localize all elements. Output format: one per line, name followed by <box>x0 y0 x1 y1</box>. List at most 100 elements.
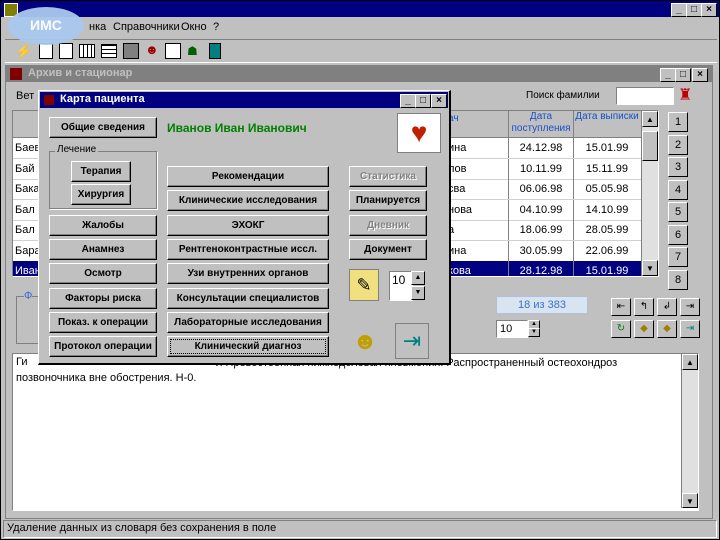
complaints-button[interactable]: Жалобы <box>49 215 157 236</box>
number-button-4[interactable]: 4 <box>668 179 688 200</box>
ims-badge[interactable]: ИМС <box>8 7 84 45</box>
archive-maximize-button[interactable]: □ <box>675 68 691 82</box>
menu-item-window[interactable]: Окно <box>181 21 207 33</box>
therapy-button[interactable]: Терапия <box>71 161 131 182</box>
patient-card-icon <box>44 95 54 105</box>
page-size-down-button[interactable]: ▼ <box>528 328 540 337</box>
anamnesis-button[interactable]: Анамнез <box>49 239 157 260</box>
building-icon[interactable] <box>123 43 139 59</box>
surgery-protocol-button[interactable]: Протокол операции <box>49 336 157 357</box>
card-minimize-button[interactable]: _ <box>400 94 416 108</box>
first-record-button[interactable]: ⇤ <box>611 298 631 316</box>
close-button[interactable]: × <box>701 3 717 17</box>
header-doctor[interactable]: ач <box>448 113 508 137</box>
header-admit-date[interactable]: Дата поступления <box>508 111 573 137</box>
card-spinner-up-button[interactable]: ▲ <box>411 271 425 285</box>
patient-card-titlebar: Карта пациента _ □ × <box>40 92 448 108</box>
search-input[interactable] <box>616 87 674 105</box>
archive-left-label: Вет <box>16 90 35 102</box>
table-cell-discharge: 15.11.99 <box>573 158 640 179</box>
surgery-indications-button[interactable]: Показ. к операции <box>49 312 157 333</box>
document-icon[interactable] <box>39 43 53 59</box>
search-doc-icon[interactable] <box>165 43 181 59</box>
refresh-button[interactable]: ↻ <box>611 320 631 338</box>
minimize-button[interactable]: _ <box>671 3 687 17</box>
number-button-1[interactable]: 1 <box>668 112 688 132</box>
archive-icon <box>10 68 22 80</box>
number-button-6[interactable]: 6 <box>668 224 688 245</box>
card-maximize-button[interactable]: □ <box>415 94 431 108</box>
search-label: Поиск фамилии <box>526 90 600 101</box>
number-button-7[interactable]: 7 <box>668 247 688 267</box>
clinical-studies-button[interactable]: Клинические исследования <box>167 190 329 211</box>
card-close-button[interactable]: × <box>431 94 447 108</box>
scroll-down-button[interactable]: ▼ <box>642 260 658 276</box>
next-record-button[interactable]: ↲ <box>657 298 677 316</box>
document-button[interactable]: Документ <box>349 239 427 260</box>
notes-scroll-up-button[interactable]: ▲ <box>682 354 698 370</box>
number-button-5[interactable]: 5 <box>668 202 688 222</box>
menu-item-partial[interactable]: нка <box>89 21 106 33</box>
scroll-thumb[interactable] <box>642 131 658 161</box>
scroll-up-button[interactable]: ▲ <box>642 111 658 127</box>
doctor-icon[interactable]: ☻ <box>349 327 381 357</box>
lab-tests-button[interactable]: Лабораторные исследования <box>167 312 329 333</box>
examination-button[interactable]: Осмотр <box>49 263 157 284</box>
edit-icon[interactable] <box>59 43 73 59</box>
status-text: Удаление данных из словаря без сохранени… <box>7 522 277 534</box>
heart-icon[interactable]: ♥ <box>397 113 441 153</box>
diagnosis-notes[interactable]: Ги л Превостоенная нижнедолевая пневмони… <box>12 353 699 511</box>
table-cell-doctor: сва <box>448 183 466 195</box>
ultrasound-button[interactable]: Узи внутренних органов <box>167 263 329 284</box>
person-icon[interactable]: ☻ <box>145 42 159 58</box>
notes-scroll-down-button[interactable]: ▼ <box>682 493 698 508</box>
archive-exit-button[interactable]: ⇥ <box>680 320 700 338</box>
diary-button[interactable]: Дневник <box>349 215 427 236</box>
table-cell-discharge: 14.10.99 <box>573 199 640 220</box>
last-record-button[interactable]: ⇥ <box>680 298 700 316</box>
exit-icon[interactable] <box>209 43 221 59</box>
table-cell-admit: 04.10.99 <box>508 199 573 220</box>
clinical-diagnosis-button[interactable]: Клинический диагноз <box>167 336 329 357</box>
patient-card-title: Карта пациента <box>60 93 145 105</box>
consultations-button[interactable]: Консультации специалистов <box>167 288 329 309</box>
echocg-button[interactable]: ЭХОКГ <box>167 215 329 236</box>
alert-button[interactable]: ◆ <box>657 320 677 338</box>
archive-minimize-button[interactable]: _ <box>660 68 676 82</box>
prev-record-button[interactable]: ↰ <box>634 298 654 316</box>
network-icon[interactable]: ☗ <box>187 43 198 59</box>
run-icon[interactable]: ⚡ <box>15 43 32 59</box>
warning-button[interactable]: ◆ <box>634 320 654 338</box>
card-spinner-field[interactable]: 10 <box>389 271 413 301</box>
search-person-icon[interactable]: ♜ <box>678 87 694 105</box>
number-button-2[interactable]: 2 <box>668 134 688 155</box>
header-discharge-date[interactable]: Дата выписки <box>573 111 640 137</box>
xray-contrast-button[interactable]: Рентгеноконтрастные иссл. <box>167 239 329 260</box>
card-spinner-down-button[interactable]: ▼ <box>411 286 425 300</box>
clipboard-icon[interactable]: ✎ <box>349 269 379 301</box>
table-cell-admit: 06.06.98 <box>508 179 573 199</box>
statistics-button[interactable]: Статистика <box>349 166 427 187</box>
risk-factors-button[interactable]: Факторы риска <box>49 288 157 309</box>
table-cell-doctor: нова <box>448 203 473 216</box>
card-exit-icon[interactable]: ⇥ <box>395 323 429 359</box>
notes-scrollbar[interactable]: ▲ ▼ <box>681 354 698 508</box>
table-cell-doctor: ина <box>448 142 467 154</box>
maximize-button[interactable]: □ <box>686 3 702 17</box>
archive-close-button[interactable]: × <box>692 68 708 82</box>
grid-icon[interactable] <box>79 44 95 58</box>
planned-button[interactable]: Планируется <box>349 190 427 211</box>
list-icon[interactable] <box>101 44 117 58</box>
table-scrollbar[interactable]: ▲ ▼ <box>641 111 658 276</box>
page-size-field[interactable]: 10 <box>496 320 528 338</box>
table-cell-discharge: 05.05.98 <box>573 179 640 199</box>
table-cell-admit: 24.12.98 <box>508 138 573 158</box>
menu-item-directories[interactable]: Справочники <box>113 21 180 33</box>
lower-left-label: Ф <box>24 290 33 302</box>
recommendations-button[interactable]: Рекомендации <box>167 166 329 187</box>
number-button-3[interactable]: 3 <box>668 157 688 177</box>
general-info-button[interactable]: Общие сведения <box>49 117 157 138</box>
menu-item-help[interactable]: ? <box>213 21 219 33</box>
number-button-8[interactable]: 8 <box>668 269 688 290</box>
surgery-button[interactable]: Хирургия <box>71 184 131 205</box>
